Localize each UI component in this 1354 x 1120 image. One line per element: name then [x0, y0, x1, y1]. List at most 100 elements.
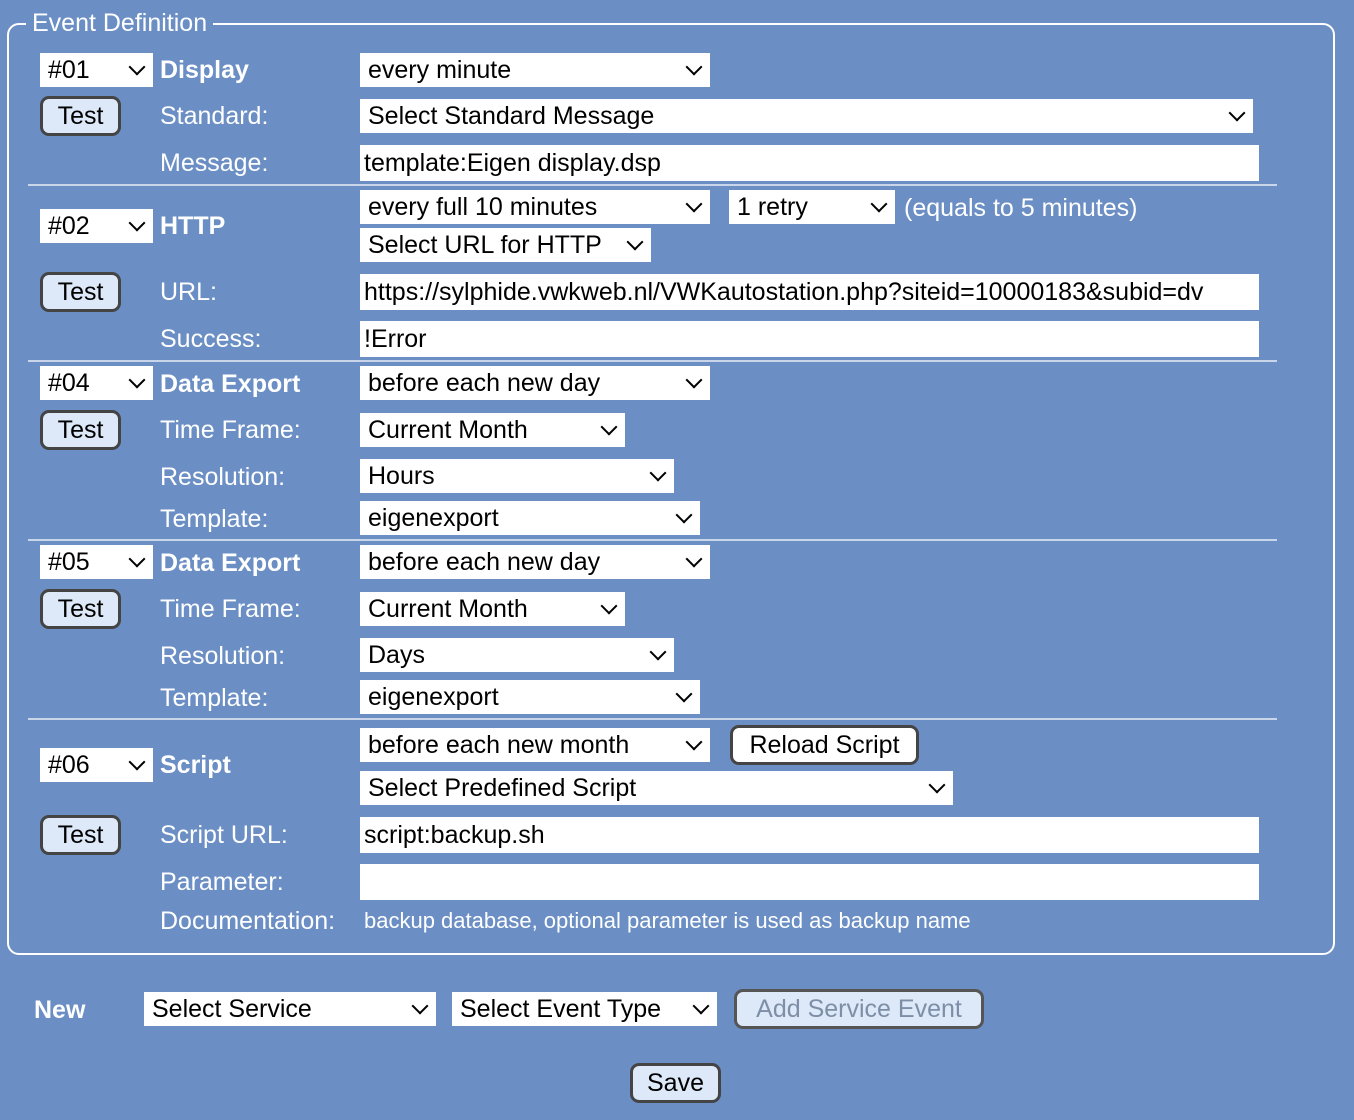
chevron-down-icon — [128, 214, 146, 232]
chevron-down-icon — [128, 550, 146, 568]
event-06-parameter-label: Parameter: — [160, 868, 284, 896]
fieldset-legend: Event Definition — [26, 8, 214, 38]
event-06-doc-text: backup database, optional parameter is u… — [364, 908, 971, 933]
chevron-down-icon — [649, 464, 667, 482]
add-service-event-button[interactable]: Add Service Event — [734, 989, 984, 1029]
event-06-type-label: Script — [160, 751, 231, 779]
event-02-schedule-value: every full 10 minutes — [368, 193, 598, 221]
event-05-timeframe-label: Time Frame: — [160, 595, 301, 623]
event-02-id-value: #02 — [48, 212, 90, 240]
event-04-timeframe-select[interactable]: Current Month — [360, 413, 625, 447]
event-01-id-select[interactable]: #01 — [40, 53, 153, 87]
chevron-down-icon — [870, 195, 888, 213]
event-04-resolution-select[interactable]: Hours — [360, 459, 674, 493]
event-05-id-value: #05 — [48, 548, 90, 576]
event-06-scripturl-label: Script URL: — [160, 821, 288, 849]
event-04-schedule-value: before each new day — [368, 369, 601, 397]
chevron-down-icon — [685, 58, 703, 76]
event-06-predefined-value: Select Predefined Script — [368, 774, 637, 802]
event-06-doc-label: Documentation: — [160, 907, 336, 935]
event-05-test-button[interactable]: Test — [40, 589, 121, 629]
chevron-down-icon — [600, 418, 618, 436]
divider — [28, 360, 1277, 362]
chevron-down-icon — [128, 753, 146, 771]
event-05-schedule-value: before each new day — [368, 548, 601, 576]
event-06-parameter-input[interactable] — [360, 864, 1259, 900]
event-02-schedule-select[interactable]: every full 10 minutes — [360, 190, 710, 224]
chevron-down-icon — [685, 733, 703, 751]
chevron-down-icon — [685, 195, 703, 213]
event-04-type-label: Data Export — [160, 370, 301, 398]
chevron-down-icon — [626, 233, 644, 251]
event-01-type-label: Display — [160, 56, 249, 84]
event-05-id-select[interactable]: #05 — [40, 545, 153, 579]
chevron-down-icon — [1228, 104, 1246, 122]
event-04-resolution-value: Hours — [368, 462, 435, 490]
event-04-schedule-select[interactable]: before each new day — [360, 366, 710, 400]
event-05-resolution-select[interactable]: Days — [360, 638, 674, 672]
event-04-resolution-label: Resolution: — [160, 463, 286, 491]
event-06-id-select[interactable]: #06 — [40, 748, 153, 782]
chevron-down-icon — [649, 643, 667, 661]
event-01-message-input[interactable]: template:Eigen display.dsp — [360, 145, 1259, 181]
chevron-down-icon — [675, 506, 693, 524]
event-01-standard-select[interactable]: Select Standard Message — [360, 99, 1253, 133]
event-02-url-label: URL: — [160, 278, 217, 306]
event-05-resolution-label: Resolution: — [160, 642, 286, 670]
event-06-schedule-value: before each new month — [368, 731, 630, 759]
event-02-retry-note: (equals to 5 minutes) — [904, 194, 1138, 222]
event-02-id-select[interactable]: #02 — [40, 209, 153, 243]
event-05-timeframe-value: Current Month — [368, 595, 528, 623]
divider — [28, 718, 1277, 720]
chevron-down-icon — [675, 685, 693, 703]
event-02-success-label: Success: — [160, 325, 262, 353]
event-05-schedule-select[interactable]: before each new day — [360, 545, 710, 579]
chevron-down-icon — [128, 58, 146, 76]
divider — [28, 184, 1277, 186]
event-02-test-button[interactable]: Test — [40, 272, 121, 312]
event-01-standard-label: Standard: — [160, 102, 269, 130]
event-04-template-label: Template: — [160, 505, 269, 533]
event-04-template-select[interactable]: eigenexport — [360, 501, 700, 535]
event-05-template-select[interactable]: eigenexport — [360, 680, 700, 714]
service-select-value: Select Service — [152, 995, 312, 1023]
event-02-retry-select[interactable]: 1 retry — [729, 190, 895, 224]
event-02-url-input[interactable]: https://sylphide.vwkweb.nl/VWKautostatio… — [360, 274, 1259, 310]
new-label: New — [34, 996, 86, 1024]
event-06-predefined-script-select[interactable]: Select Predefined Script — [360, 771, 953, 805]
chevron-down-icon — [600, 597, 618, 615]
event-type-select-value: Select Event Type — [460, 995, 662, 1023]
event-06-schedule-select[interactable]: before each new month — [360, 728, 710, 762]
event-06-scripturl-input[interactable]: script:backup.sh — [360, 817, 1259, 853]
save-button[interactable]: Save — [630, 1063, 721, 1103]
event-06-test-button[interactable]: Test — [40, 815, 121, 855]
event-05-template-value: eigenexport — [368, 683, 499, 711]
chevron-down-icon — [411, 997, 429, 1015]
service-select[interactable]: Select Service — [144, 992, 436, 1026]
event-02-retry-value: 1 retry — [737, 193, 808, 221]
chevron-down-icon — [685, 371, 703, 389]
event-01-standard-value: Select Standard Message — [368, 102, 655, 130]
event-06-id-value: #06 — [48, 751, 90, 779]
event-01-test-button[interactable]: Test — [40, 96, 121, 136]
event-01-message-label: Message: — [160, 149, 269, 177]
event-02-url-select-value: Select URL for HTTP — [368, 231, 602, 259]
event-01-schedule-value: every minute — [368, 56, 512, 84]
event-02-url-select[interactable]: Select URL for HTTP — [360, 228, 651, 262]
chevron-down-icon — [128, 371, 146, 389]
chevron-down-icon — [685, 550, 703, 568]
event-02-success-input[interactable]: !Error — [360, 321, 1259, 357]
event-04-test-button[interactable]: Test — [40, 410, 121, 450]
event-04-timeframe-label: Time Frame: — [160, 416, 301, 444]
event-04-id-value: #04 — [48, 369, 90, 397]
divider — [28, 539, 1277, 541]
reload-script-button[interactable]: Reload Script — [730, 725, 919, 765]
event-05-timeframe-select[interactable]: Current Month — [360, 592, 625, 626]
event-05-resolution-value: Days — [368, 641, 425, 669]
event-04-id-select[interactable]: #04 — [40, 366, 153, 400]
event-04-template-value: eigenexport — [368, 504, 499, 532]
event-02-type-label: HTTP — [160, 212, 226, 240]
event-type-select[interactable]: Select Event Type — [452, 992, 717, 1026]
event-01-schedule-select[interactable]: every minute — [360, 53, 710, 87]
chevron-down-icon — [928, 776, 946, 794]
